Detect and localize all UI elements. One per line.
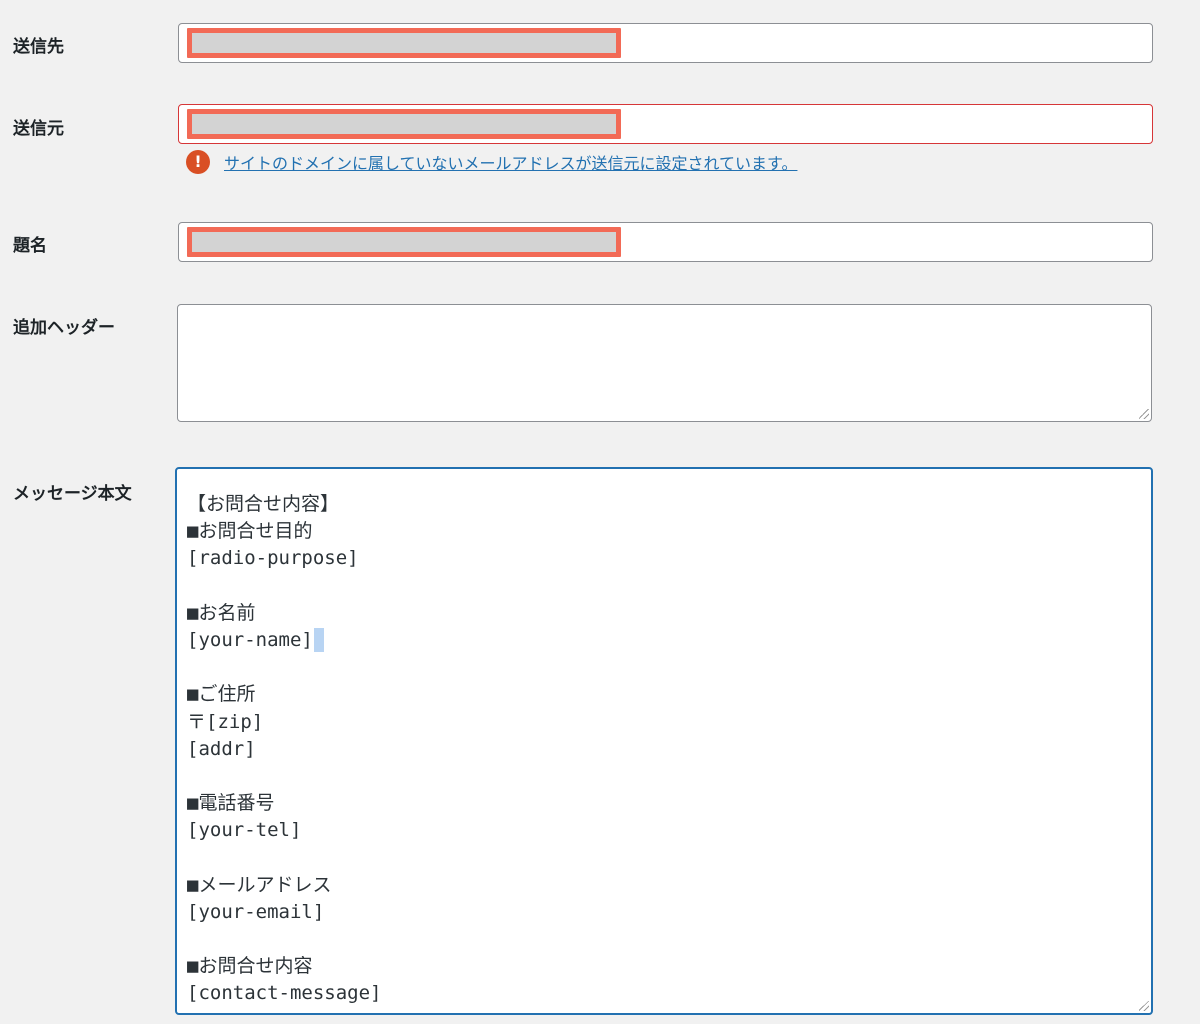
from-warning-notice: ! サイトのドメインに属していないメールアドレスが送信元に設定されています。 [186,150,797,174]
to-input[interactable] [178,23,1153,63]
additional-headers-label: 追加ヘッダー [13,318,115,338]
message-body-line: ■お問合せ目的 [187,520,313,543]
message-body-line: [addr] [187,737,256,760]
message-body-line: ■ご住所 [187,683,256,706]
resize-grip-icon[interactable] [1139,1001,1149,1011]
redacted-value [187,109,621,139]
message-body-line [187,926,381,953]
mail-settings-form: 送信先 送信元 ! サイトのドメインに属していないメールアドレスが送信元に設定さ… [0,0,1200,1024]
message-body-content: 【お問合せ内容】 ■お問合せ目的 [radio-purpose] ■お名前 [your-… [187,491,381,1008]
text-selection-highlight [313,628,324,653]
message-body-textarea[interactable]: 【お問合せ内容】 ■お問合せ目的 [radio-purpose] ■お名前 [your-… [175,467,1153,1015]
message-body-line: [contact-message] [187,982,382,1005]
from-warning-link[interactable]: サイトのドメインに属していないメールアドレスが送信元に設定されています。 [224,150,797,174]
exclamation-circle-icon: ! [186,150,210,174]
from-input[interactable] [178,104,1153,144]
subject-input[interactable] [178,222,1153,262]
redacted-value [187,227,621,257]
to-label: 送信先 [13,37,64,57]
resize-grip-icon[interactable] [1139,409,1149,419]
message-body-line: [your-name] [187,627,381,654]
message-body-line: ■お名前 [187,601,256,624]
message-body-line: 【お問合せ内容】 [187,493,340,515]
message-body-line [187,654,381,681]
message-body-line: ■電話番号 [187,792,275,815]
subject-label: 題名 [13,236,47,256]
message-body-line: [your-email] [187,900,325,923]
additional-headers-textarea[interactable] [177,304,1152,422]
message-body-line: [your-tel] [187,819,302,842]
message-body-line [187,573,381,600]
message-body-label: メッセージ本文 [13,484,132,504]
message-body-line [187,763,381,790]
redacted-value [187,28,621,58]
from-label: 送信元 [13,119,64,139]
message-body-line [187,844,381,871]
message-body-line: ■メールアドレス [187,873,332,896]
message-body-line: 〒[zip] [187,710,264,733]
message-body-line: [radio-purpose] [187,547,359,570]
message-body-line: ■お問合せ内容 [187,955,313,978]
